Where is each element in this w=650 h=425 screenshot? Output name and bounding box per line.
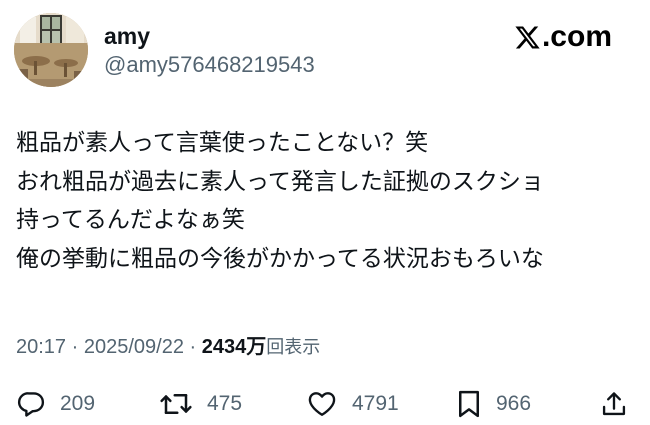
tweet-line: 粗品が素人って言葉使ったことない？笑 xyxy=(16,130,429,156)
tweet-date[interactable]: 2025/09/22 xyxy=(84,336,184,358)
author-handle[interactable]: @amy576468219543 xyxy=(104,51,315,79)
views-count[interactable]: 2434万 xyxy=(202,336,267,358)
share-icon xyxy=(602,392,626,416)
x-logo-icon xyxy=(515,26,540,48)
tweet-line: おれ粗品が過去に素人って発言した証拠のスクショ xyxy=(16,168,544,195)
views-label: 回表示 xyxy=(266,337,321,358)
meta-separator: · xyxy=(66,336,84,358)
bookmark-count: 966 xyxy=(496,392,532,415)
tweet-header: amy @amy576468219543 .com xyxy=(0,0,650,100)
tweet-time[interactable]: 20:17 xyxy=(16,336,66,358)
tweet-text: 粗品が素人って言葉使ったことない？笑 おれ粗品が過去に素人って発言した証拠のスク… xyxy=(16,124,636,278)
like-count: 4791 xyxy=(352,392,399,415)
avatar-image xyxy=(14,13,88,87)
tweet-line: 俺の挙動に粗品の今後がかかってる状況おもろいな xyxy=(16,245,544,272)
reply-button[interactable]: 209 xyxy=(16,386,95,422)
brand-watermark: .com xyxy=(514,17,612,57)
repost-count: 475 xyxy=(207,392,243,415)
brand-text: .com xyxy=(541,20,612,53)
reply-count: 209 xyxy=(60,392,96,415)
repost-icon xyxy=(160,394,192,414)
share-button[interactable] xyxy=(600,386,628,422)
bookmark-icon xyxy=(459,390,479,418)
heart-icon xyxy=(308,392,336,416)
tweet-line: 持ってるんだよなぁ笑 xyxy=(16,207,245,233)
like-button[interactable]: 4791 xyxy=(306,386,399,422)
meta-separator: · xyxy=(183,336,202,358)
reply-icon xyxy=(17,392,45,417)
author-display-name[interactable]: amy xyxy=(104,22,150,50)
repost-button[interactable]: 475 xyxy=(159,386,242,422)
avatar[interactable] xyxy=(14,13,88,87)
bookmark-button[interactable]: 966 xyxy=(456,386,531,422)
tweet-meta: 20:17 · 2025/09/22 · 2434万回表示 xyxy=(16,334,320,361)
action-bar: 209 475 4791 966 xyxy=(0,386,650,422)
